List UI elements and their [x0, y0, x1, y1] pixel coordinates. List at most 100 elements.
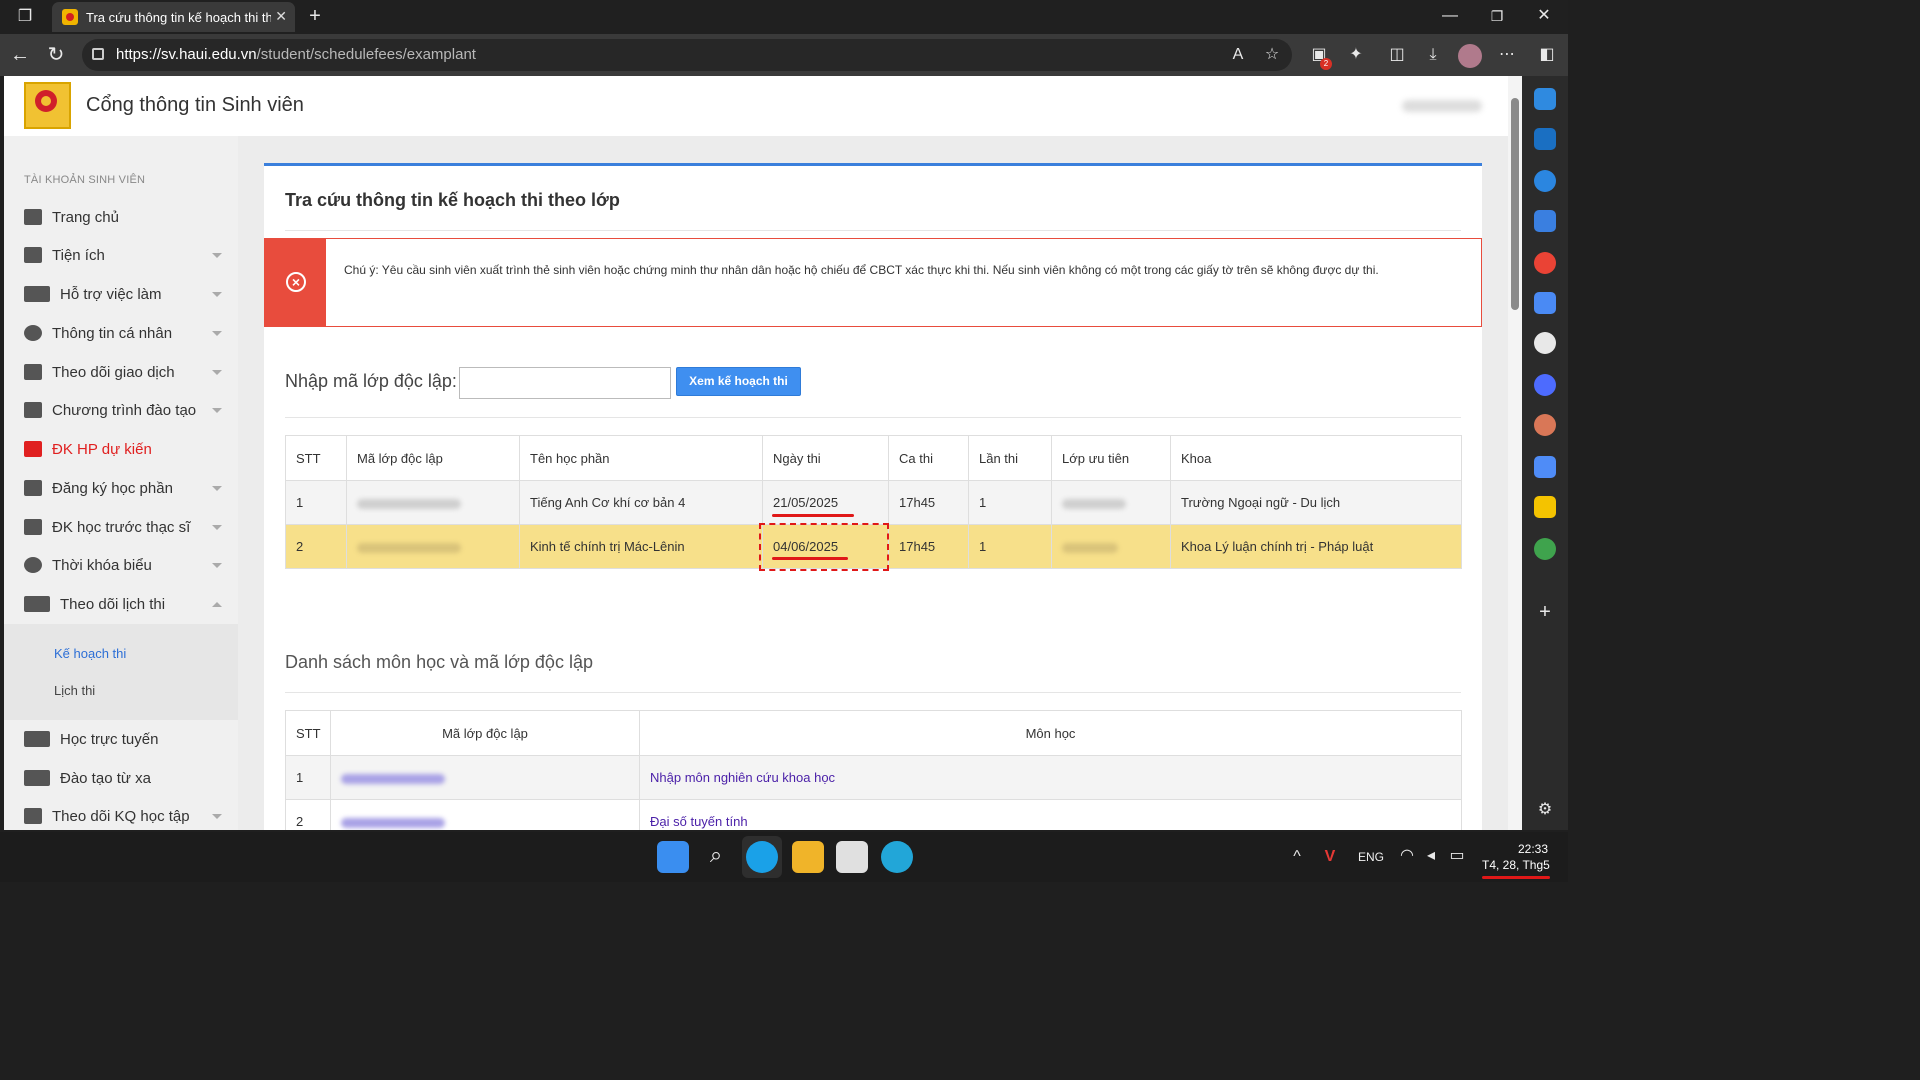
refresh-icon[interactable]: ↻	[46, 45, 66, 65]
onedrive-icon[interactable]	[1534, 170, 1556, 192]
exam-tracking-submenu: Kế hoạch thi Lịch thi	[4, 624, 238, 720]
redacted-class-code	[341, 817, 445, 828]
more-menu-icon[interactable]: ⋯	[1496, 45, 1518, 65]
main-panel: Tra cứu thông tin kế hoạch thi theo lớp …	[264, 163, 1482, 830]
browser-tab[interactable]: Tra cứu thông tin kế hoạch thi theo lớp …	[52, 2, 295, 32]
sidebar-item-transactions[interactable]: Theo dõi giao dịch	[24, 357, 224, 387]
clock-date[interactable]: T4, 28, Thg5	[1482, 858, 1550, 872]
class-code-input[interactable]	[459, 367, 671, 399]
money-icon	[24, 364, 42, 380]
sidebar-item-study-results[interactable]: Theo dõi KQ học tập	[24, 801, 224, 830]
address-bar[interactable]: https://sv.haui.edu.vn/student/schedulef…	[82, 39, 1292, 71]
redacted-class-code	[341, 773, 445, 784]
red-dashed-box-annotation	[759, 523, 889, 571]
sidebar-item-label: Theo dõi KQ học tập	[52, 807, 190, 825]
sidebar-item-timetable[interactable]: Thời khóa biểu	[24, 550, 224, 580]
battery-icon[interactable]: ▭	[1446, 846, 1468, 866]
chevron-up-icon[interactable]: ^	[1287, 847, 1307, 867]
sidebar-item-course-registration[interactable]: Đăng ký học phần	[24, 473, 224, 503]
class-code-label: Nhập mã lớp độc lập:	[285, 371, 457, 391]
deepseek-icon[interactable]	[1534, 374, 1556, 396]
new-tab-icon[interactable]: +	[305, 6, 325, 26]
close-tab-icon[interactable]: ✕	[275, 8, 287, 25]
cell-stt: 1	[285, 755, 331, 800]
tree-icon[interactable]	[1534, 538, 1556, 560]
sidebar-item-training-program[interactable]: Chương trình đào tạo	[24, 395, 224, 425]
google-icon[interactable]	[1534, 252, 1556, 274]
sidebar-item-home[interactable]: Trang chủ	[24, 202, 224, 232]
clock-time[interactable]: 22:33	[1518, 842, 1548, 856]
wifi-icon[interactable]: ◠	[1397, 846, 1417, 866]
file-explorer-icon[interactable]	[792, 841, 824, 873]
send-icon[interactable]	[1534, 88, 1556, 110]
sidebar-item-planned-courses[interactable]: ĐK HP dự kiến	[24, 434, 224, 464]
chevron-down-icon	[212, 331, 222, 336]
sidebar-item-label: ĐK HP dự kiến	[52, 440, 152, 458]
red-underline-annotation	[772, 514, 854, 517]
chatgpt-icon[interactable]	[1534, 332, 1556, 354]
user-menu[interactable]	[1402, 100, 1482, 112]
vivaldi-icon[interactable]: V	[1320, 847, 1340, 867]
favorite-star-icon[interactable]: ☆	[1262, 45, 1282, 65]
claude-icon[interactable]	[1534, 414, 1556, 436]
sidebar-item-utilities[interactable]: Tiện ích	[24, 240, 224, 270]
redacted-class-code	[357, 498, 461, 509]
puzzle-extensions-icon[interactable]: ✦	[1345, 45, 1367, 65]
edge-browser-icon[interactable]	[881, 841, 913, 873]
sidebar-item-online-learning[interactable]: Học trực tuyến	[24, 724, 224, 754]
table-row[interactable]: 1 Tiếng Anh Cơ khí cơ bản 4 21/05/2025 1…	[285, 480, 1462, 525]
settings-gear-icon[interactable]: ⚙	[1534, 800, 1556, 820]
sidebar-toggle-icon[interactable]: ◧	[1536, 45, 1558, 65]
column-header: STT	[285, 710, 331, 756]
cell-course: Tiếng Anh Cơ khí cơ bản 4	[519, 480, 763, 525]
search-icon[interactable]: ⌕	[703, 844, 729, 866]
page-title: Tra cứu thông tin kế hoạch thi theo lớp	[285, 190, 620, 210]
language-indicator[interactable]: ENG	[1358, 850, 1384, 864]
view-exam-plan-button[interactable]: Xem kế hoạch thi	[676, 367, 801, 396]
outlook-icon[interactable]	[1534, 128, 1556, 150]
app-icon[interactable]	[836, 841, 868, 873]
workspaces-icon[interactable]: ❐	[14, 7, 36, 27]
notebook-icon	[24, 247, 42, 263]
back-icon[interactable]: ←	[10, 45, 30, 65]
face-icon	[24, 325, 42, 341]
table-row: 1 Nhập môn nghiên cứu khoa học	[285, 755, 1462, 800]
column-header: Mã lớp độc lập	[346, 435, 520, 481]
subject-list-title: Danh sách môn học và mã lớp độc lập	[285, 652, 593, 672]
page-scrollbar[interactable]	[1508, 76, 1522, 830]
profile-avatar[interactable]	[1458, 44, 1482, 68]
todo-icon[interactable]	[1534, 210, 1556, 232]
volume-icon[interactable]: ◂	[1421, 846, 1441, 866]
add-icon[interactable]: +	[1534, 602, 1556, 622]
restore-icon[interactable]: ❐	[1487, 6, 1507, 26]
table-row: 2 Đại số tuyến tính	[285, 799, 1462, 830]
cell-course: Kinh tế chính trị Mác-Lênin	[519, 524, 763, 569]
sidebar-item-masters-preregistration[interactable]: ĐK học trước thạc sĩ	[24, 512, 224, 542]
extension-icon[interactable]	[1534, 496, 1556, 518]
alert-message: Chú ý: Yêu cầu sinh viên xuất trình thẻ …	[344, 263, 1379, 277]
sidebar-item-label: Theo dõi giao dịch	[52, 363, 175, 381]
sidebar-item-personal-info[interactable]: Thông tin cá nhân	[24, 318, 224, 348]
subject-link[interactable]: Nhập môn nghiên cứu khoa học	[650, 770, 835, 785]
split-screen-icon[interactable]: ◫	[1386, 45, 1408, 65]
translate-icon[interactable]	[1534, 292, 1556, 314]
sidebar-item-distance-learning[interactable]: Đào tạo từ xa	[24, 763, 224, 793]
sidebar-item-exam-tracking[interactable]: Theo dõi lịch thi	[24, 589, 224, 619]
close-window-icon[interactable]: ✕	[1534, 6, 1554, 26]
sub-item-exam-schedule[interactable]: Lịch thi	[54, 683, 95, 698]
minimize-icon[interactable]: —	[1440, 6, 1460, 26]
university-logo[interactable]	[24, 82, 71, 129]
windows-start-icon[interactable]	[657, 841, 689, 873]
read-aloud-icon[interactable]: A	[1228, 45, 1248, 65]
subject-link[interactable]: Đại số tuyến tính	[650, 814, 748, 829]
sub-item-exam-plan[interactable]: Kế hoạch thi	[54, 646, 126, 661]
column-header: Ngày thi	[762, 435, 889, 481]
subject-list-table: STT Mã lớp độc lập Môn học 1 Nhập môn ng…	[285, 710, 1462, 830]
cell-priority-class	[1051, 524, 1171, 569]
scrollbar-thumb[interactable]	[1511, 98, 1519, 310]
gemini-icon[interactable]	[1534, 456, 1556, 478]
alert-icon-area: ×	[265, 239, 326, 326]
download-icon[interactable]: ⤓	[1422, 45, 1444, 65]
sidebar-item-job-support[interactable]: Hỗ trợ việc làm	[24, 279, 224, 309]
edge-browser-icon[interactable]	[746, 841, 778, 873]
